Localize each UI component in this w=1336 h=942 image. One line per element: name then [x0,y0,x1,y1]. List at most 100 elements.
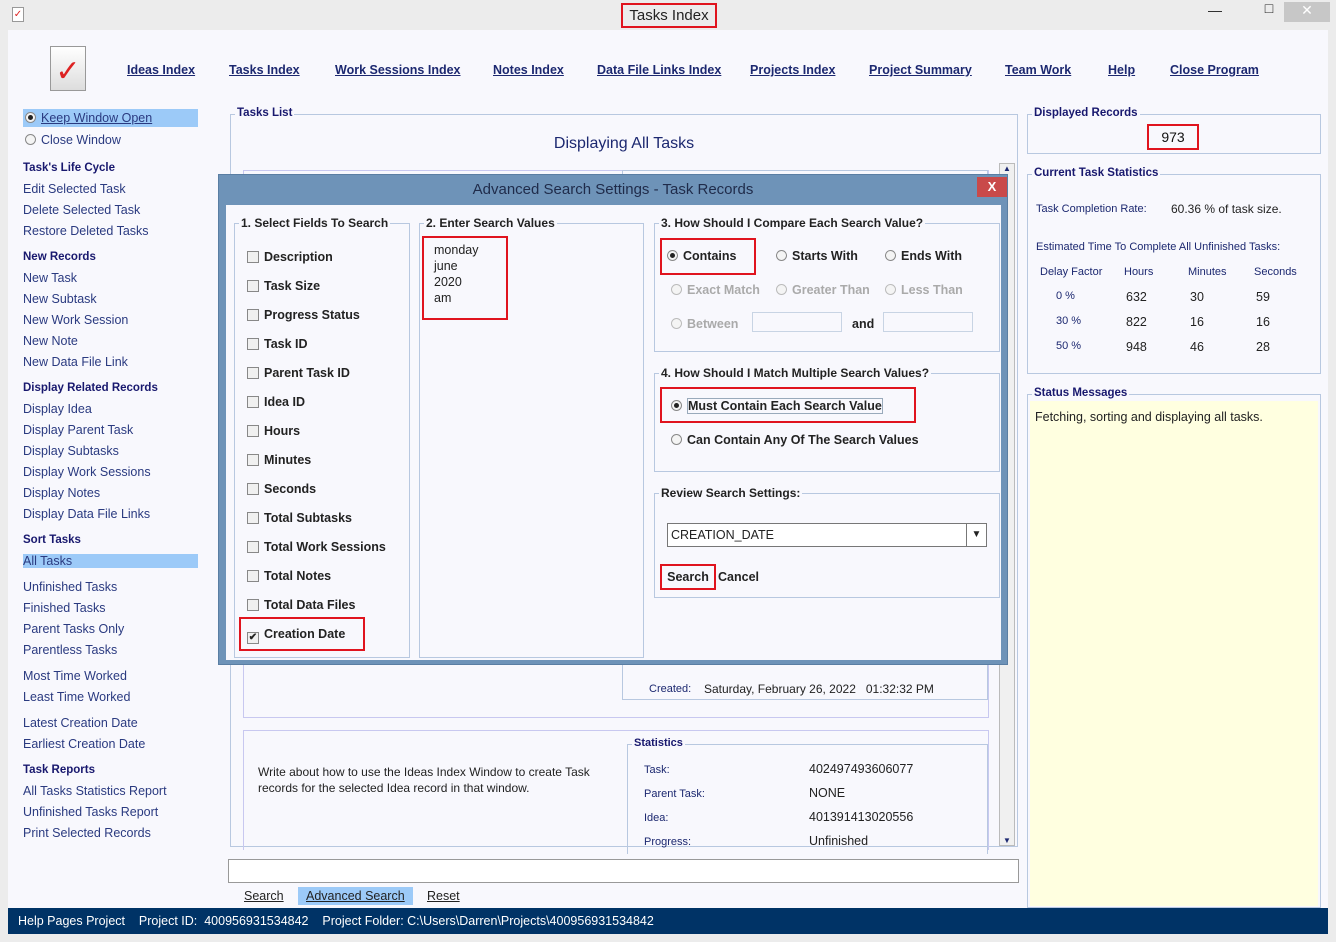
sidebar-item-display-work-sessions[interactable]: Display Work Sessions [23,465,151,479]
stat-label: Parent Task: [644,788,705,800]
chevron-down-icon[interactable]: ▼ [966,524,986,546]
field-checkbox-idea-id[interactable]: Idea ID [247,395,305,409]
exact-match-radio[interactable]: Exact Match [671,283,760,297]
checkbox-label: Total Data Files [264,598,356,612]
sidebar-item-new-data-file-link[interactable]: New Data File Link [23,355,128,369]
nav-help[interactable]: Help [1108,63,1135,77]
nav-notes-index[interactable]: Notes Index [493,63,564,77]
sidebar-item-display-parent-task[interactable]: Display Parent Task [23,423,133,437]
keep-window-open-radio[interactable]: Keep Window Open [23,109,198,127]
sidebar-item-new-note[interactable]: New Note [23,334,78,348]
sidebar-item-least-time-worked[interactable]: Least Time Worked [23,690,130,704]
dialog-search-button[interactable]: Search [660,564,716,590]
dialog-title: Advanced Search Settings - Task Records [472,181,754,198]
nav-project-summary[interactable]: Project Summary [869,63,972,77]
advanced-search-button[interactable]: Advanced Search [298,887,413,905]
nav-tasks-index[interactable]: Tasks Index [229,63,300,77]
sidebar-item-display-idea[interactable]: Display Idea [23,402,92,416]
status-messages-legend: Status Messages [1032,387,1130,399]
created-label: Created: [649,683,692,695]
reset-button[interactable]: Reset [427,889,460,903]
greater-than-radio[interactable]: Greater Than [776,283,870,297]
ends-with-radio[interactable]: Ends With [885,249,962,263]
less-than-radio[interactable]: Less Than [885,283,963,297]
can-contain-any-radio[interactable]: Can Contain Any Of The Search Values [671,433,919,447]
starts-with-radio[interactable]: Starts With [776,249,858,263]
search-value: 2020 [434,275,462,289]
window-title: Tasks Index [621,3,717,28]
field-checkbox-parent-task-id[interactable]: Parent Task ID [247,366,350,380]
nav-data-file-links-index[interactable]: Data File Links Index [597,63,721,77]
checkbox-icon [247,512,259,524]
search-input[interactable] [228,859,1019,883]
field-checkbox-total-work-sessions[interactable]: Total Work Sessions [247,540,386,554]
nav-work-sessions-index[interactable]: Work Sessions Index [335,63,461,77]
sidebar-item-most-time-worked[interactable]: Most Time Worked [23,669,127,683]
sidebar-item-print-selected-records[interactable]: Print Selected Records [23,826,151,840]
task-record-card[interactable]: Write about how to use the Ideas Index W… [243,730,989,854]
close-window-button[interactable]: ✕ [1284,2,1330,22]
sidebar-item-restore-deleted-tasks[interactable]: Restore Deleted Tasks [23,224,149,238]
dialog-close-button[interactable]: X [977,177,1007,197]
sidebar-item-new-work-session[interactable]: New Work Session [23,313,128,327]
nav-ideas-index[interactable]: Ideas Index [127,63,195,77]
review-legend: Review Search Settings: [659,486,803,500]
advanced-search-dialog: Advanced Search Settings - Task Records … [218,174,1008,665]
checkbox-label: Task ID [264,337,308,351]
ui-element [776,250,787,261]
field-checkbox-total-data-files[interactable]: Total Data Files [247,598,355,612]
sidebar-item-display-notes[interactable]: Display Notes [23,486,100,500]
sidebar-item-delete-selected-task[interactable]: Delete Selected Task [23,203,140,217]
search-button[interactable]: Search [244,889,284,903]
dropdown-value: CREATION_DATE [671,528,775,542]
minimize-button[interactable]: — [1192,2,1238,22]
nav-projects-index[interactable]: Projects Index [750,63,835,77]
field-checkbox-progress-status[interactable]: Progress Status [247,308,360,322]
sidebar-item-new-task[interactable]: New Task [23,271,77,285]
estimate-cell: 50 % [1056,340,1082,352]
scroll-down-icon[interactable]: ▼ [1000,836,1014,845]
nav-team-work[interactable]: Team Work [1005,63,1071,77]
nav-close-program[interactable]: Close Program [1170,63,1259,77]
ui-element: Between [687,317,739,331]
checkbox-icon [247,251,259,263]
sidebar-item-finished-tasks[interactable]: Finished Tasks [23,601,105,615]
field-checkbox-total-notes[interactable]: Total Notes [247,569,331,583]
sidebar-item-display-subtasks[interactable]: Display Subtasks [23,444,119,458]
field-checkbox-task-id[interactable]: Task ID [247,337,308,351]
project-id: Project ID: 400956931534842 [138,914,309,928]
search-value: monday [434,243,479,257]
dialog-cancel-button[interactable]: Cancel [718,570,759,584]
ui-element [776,284,787,295]
sidebar-item-edit-selected-task[interactable]: Edit Selected Task [23,182,126,196]
search-values-textarea[interactable]: monday june 2020 am [422,236,508,320]
sidebar-item-parentless-tasks[interactable]: Parentless Tasks [23,643,117,657]
checkbox-icon [247,309,259,321]
field-checkbox-hours[interactable]: Hours [247,424,300,438]
scroll-up-icon[interactable]: ▲ [1000,164,1014,173]
sidebar-item-display-data-file-links[interactable]: Display Data File Links [23,507,150,521]
field-checkbox-task-size[interactable]: Task Size [247,279,320,293]
sidebar-item-parent-tasks-only[interactable]: Parent Tasks Only [23,622,124,636]
must-contain-each-radio[interactable]: Must Contain Each Search Value [671,398,883,414]
field-checkbox-total-subtasks[interactable]: Total Subtasks [247,511,352,525]
close-window-radio[interactable]: Close Window [23,133,121,147]
checkbox-label: Parent Task ID [264,366,350,380]
between-radio[interactable]: Between [671,317,738,331]
sidebar-item-new-subtask[interactable]: New Subtask [23,292,97,306]
field-checkbox-minutes[interactable]: Minutes [247,453,311,467]
completion-rate-value: 60.36 % of task size. [1171,202,1282,216]
between-to-input[interactable] [883,312,973,332]
field-checkbox-seconds[interactable]: Seconds [247,482,316,496]
sidebar-item-latest-creation-date[interactable]: Latest Creation Date [23,716,138,730]
sidebar-item-unfinished-tasks[interactable]: Unfinished Tasks [23,580,117,594]
displayed-records-panel: Displayed Records 973 [1027,107,1321,154]
sidebar-item-all-tasks[interactable]: All Tasks [23,554,198,568]
field-checkbox-description[interactable]: Description [247,250,333,264]
between-from-input[interactable] [752,312,842,332]
sidebar-item-unfinished-tasks-report[interactable]: Unfinished Tasks Report [23,805,158,819]
sidebar-item-all-tasks-statistics-report[interactable]: All Tasks Statistics Report [23,784,167,798]
contains-radio[interactable]: Contains [667,249,736,263]
sidebar-item-earliest-creation-date[interactable]: Earliest Creation Date [23,737,145,751]
review-settings-dropdown[interactable]: CREATION_DATE ▼ [667,523,987,547]
